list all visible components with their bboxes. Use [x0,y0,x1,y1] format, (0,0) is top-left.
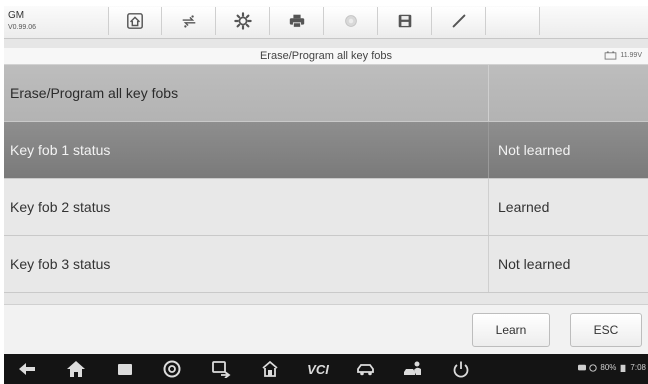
screen-cast-icon [212,361,231,378]
row-value: Not learned [488,236,648,292]
recent-apps-icon [118,364,132,375]
print-button[interactable] [270,7,324,35]
pen-icon [452,14,465,28]
autel-home-button[interactable] [259,359,281,379]
message-icon [578,364,587,370]
user-car-icon [404,361,421,375]
android-home-icon [67,361,85,377]
action-bar: Learn ESC [4,304,648,355]
home-button[interactable] [108,7,162,35]
vehicle-swap-icon [182,15,195,28]
row-label: Key fob 3 status [10,256,111,272]
learn-button[interactable]: Learn [472,313,550,347]
settings-button[interactable] [216,7,270,35]
vehicle-swap-button[interactable] [162,7,216,35]
row-label: Key fob 1 status [10,142,111,158]
battery-icon [621,364,626,372]
header-label: Erase/Program all key fobs [10,85,179,101]
voltage-value: 11.99V [620,52,642,59]
table-row-key-fob-1[interactable]: Key fob 1 status Not learned [4,122,648,179]
print-icon [289,14,304,28]
vci-button[interactable]: VCI [302,359,334,379]
software-version: V0.99.06 [8,24,37,31]
help-button[interactable] [324,7,378,35]
save-button[interactable] [378,7,432,35]
title-bar: Erase/Program all key fobs 11.99V [4,48,648,65]
table-row-key-fob-2[interactable]: Key fob 2 status Learned [4,179,648,236]
page-title: Erase/Program all key fobs [259,50,393,62]
car-button[interactable] [355,359,377,379]
browser-button[interactable] [161,359,183,379]
back-button[interactable] [16,359,38,379]
vci-icon: VCI [307,361,329,377]
user-car-button[interactable] [402,359,424,379]
status-area: 80% 7:08 [578,363,646,372]
clock: 7:08 [630,363,646,372]
screen-cast-button[interactable] [210,359,232,379]
back-icon [19,363,35,375]
table-row-key-fob-3[interactable]: Key fob 3 status Not learned [4,236,648,293]
app-window: GM V0.99.06 Erase/Program all key fobs 1… [4,6,648,384]
esc-button[interactable]: ESC [570,313,642,347]
top-toolbar: GM V0.99.06 [4,6,648,39]
power-button[interactable] [450,359,472,379]
vehicle-info: GM V0.99.06 [8,10,36,33]
wifi-icon [589,363,598,372]
battery-percent: 80% [600,363,617,372]
row-label: Key fob 2 status [10,199,111,215]
car-battery-icon [604,51,617,60]
car-icon [357,364,374,376]
system-nav-bar: VCI 80% 7:08 [4,354,648,384]
toolbar-empty-slot [486,7,540,35]
android-home-button[interactable] [65,359,87,379]
settings-icon [233,12,252,30]
autel-home-icon [262,360,278,377]
power-icon [453,361,469,378]
help-icon [344,15,357,27]
key-fob-table: Erase/Program all key fobs Key fob 1 sta… [4,65,648,293]
home-icon [127,13,143,29]
pen-button[interactable] [432,7,486,35]
toolbar-buttons [108,7,544,35]
recent-apps-button[interactable] [114,359,136,379]
browser-icon [163,360,181,378]
row-value: Learned [488,179,648,235]
vehicle-voltage: 11.99V [604,51,642,60]
row-value: Not learned [488,122,648,178]
save-icon [398,14,411,28]
vehicle-make: GM [8,10,25,21]
header-value [488,65,648,121]
table-header-row: Erase/Program all key fobs [4,65,648,122]
